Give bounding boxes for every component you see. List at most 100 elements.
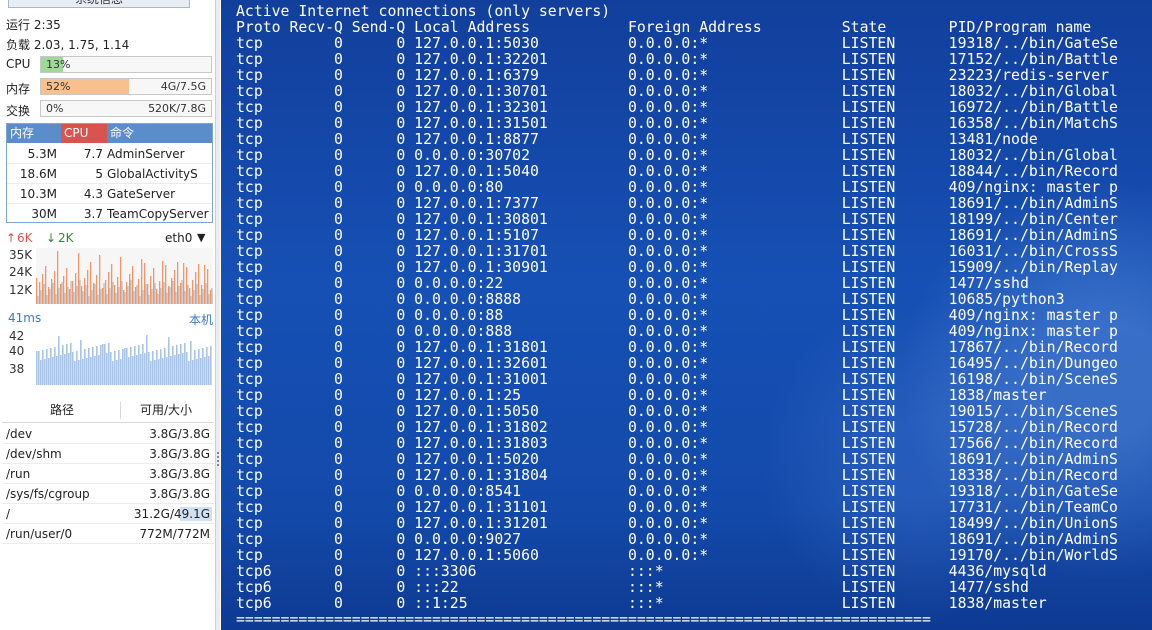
latency-bar <box>40 360 42 385</box>
filesystem-row[interactable]: /sys/fs/cgroup 3.8G/3.8G <box>2 484 214 504</box>
terminal-line: tcp 0 0 127.0.0.1:31804 0.0.0.0:* LISTEN… <box>236 468 1118 484</box>
latency-bar <box>100 345 102 385</box>
download-bar <box>67 287 69 304</box>
latency-target[interactable]: 本机 <box>189 311 213 328</box>
interface-select[interactable]: eth0 <box>165 231 192 245</box>
splitter-grip-icon[interactable] <box>217 452 219 468</box>
latency-tick: 42 <box>9 329 25 343</box>
filesystem-path: /dev/shm <box>6 447 62 461</box>
latency-bar <box>142 344 144 385</box>
download-bar <box>46 295 48 304</box>
latency-bar <box>202 348 204 385</box>
latency-bar <box>194 350 196 385</box>
download-bar <box>118 287 120 304</box>
latency-bar <box>46 349 48 385</box>
terminal[interactable]: Network StatisticsActive Internet connec… <box>221 0 1152 630</box>
column-command[interactable]: 命令 <box>107 124 212 143</box>
process-command: TeamCopyServer <box>107 207 209 221</box>
latency-bar <box>196 359 198 385</box>
latency-bar <box>168 337 170 385</box>
process-row[interactable]: 30M 3.7 TeamCopyServer <box>7 204 212 224</box>
download-bar <box>112 282 114 304</box>
upload-bar <box>132 266 134 304</box>
upload-bar <box>189 288 191 304</box>
terminal-line: tcp 0 0 127.0.0.1:32201 0.0.0.0:* LISTEN… <box>236 52 1118 68</box>
column-size[interactable]: 可用/大小 <box>140 398 192 423</box>
filesystem-row[interactable]: /dev 3.8G/3.8G <box>2 424 214 444</box>
filesystem-row[interactable]: /run/user/0 772M/772M <box>2 524 214 544</box>
upload-bar <box>45 266 47 304</box>
latency-bar <box>136 355 138 385</box>
download-bar <box>61 282 63 304</box>
cpu-percent: 13% <box>46 58 71 71</box>
download-bar <box>121 281 123 304</box>
upload-bar <box>48 287 50 304</box>
terminal-line: tcp 0 0 127.0.0.1:5020 0.0.0.0:* LISTEN … <box>236 452 1118 468</box>
process-row[interactable]: 5.3M 7.7 AdminServer <box>7 144 212 164</box>
latency-bar <box>66 344 68 385</box>
upload-bar <box>102 288 104 304</box>
download-bar <box>163 282 165 304</box>
latency-bar <box>186 352 188 385</box>
download-bar <box>127 286 129 304</box>
filesystem-row[interactable]: / 31.2G/49.1G <box>2 504 214 524</box>
latency-bar <box>130 347 132 385</box>
process-row[interactable]: 10.3M 4.3 GateServer <box>7 184 212 204</box>
column-memory[interactable]: 内存 <box>7 124 61 143</box>
process-table: 内存 CPU 命令 5.3M 7.7 AdminServer 18.6M 5 G… <box>6 123 213 223</box>
terminal-line: ========================================… <box>236 612 931 628</box>
process-row[interactable]: 18.6M 5 GlobalActivityS <box>7 164 212 184</box>
upload-bar <box>186 267 188 304</box>
download-bar <box>52 283 54 304</box>
terminal-line: tcp6 0 0 :::22 :::* LISTEN 1477/sshd <box>236 580 1029 596</box>
latency-bar <box>190 341 192 385</box>
swap-label: 交换 <box>6 104 31 118</box>
download-bar <box>151 289 153 304</box>
latency-bar <box>106 353 108 385</box>
filesystem-path: /sys/fs/cgroup <box>6 487 90 501</box>
process-memory: 30M <box>31 207 57 221</box>
filesystem-row[interactable]: /dev/shm 3.8G/3.8G <box>2 444 214 464</box>
column-path[interactable]: 路径 <box>50 398 74 423</box>
upload-bar <box>111 264 113 304</box>
latency-bar <box>70 343 72 385</box>
upload-bar <box>114 285 116 304</box>
latency-bar <box>208 356 210 385</box>
latency-bar <box>144 353 146 385</box>
terminal-line: tcp 0 0 0.0.0.0:8888 0.0.0.0:* LISTEN 10… <box>236 292 1065 308</box>
filesystem-row[interactable]: /run 3.8G/3.8G <box>2 464 214 484</box>
memory-label: 内存 <box>6 82 31 96</box>
column-cpu[interactable]: CPU <box>61 124 107 143</box>
latency-bar <box>210 346 212 385</box>
process-command: GateServer <box>107 187 176 201</box>
latency-bar <box>182 353 184 385</box>
upload-bar <box>147 284 149 304</box>
latency-bar <box>50 348 52 385</box>
download-bar <box>142 290 144 304</box>
filesystem-size: 3.8G/3.8G <box>149 487 210 501</box>
cpu-meter: 13% <box>40 56 212 73</box>
download-bar <box>82 291 84 304</box>
download-bar <box>178 286 180 304</box>
latency-bar <box>116 360 118 385</box>
download-bar <box>169 287 171 304</box>
upload-bar <box>84 278 86 304</box>
download-bar <box>157 294 159 304</box>
download-bar <box>91 290 93 304</box>
swap-percent: 0% <box>46 102 64 115</box>
upload-bar <box>174 270 176 304</box>
upload-bar <box>51 279 53 304</box>
chevron-down-icon[interactable]: ▼ <box>197 231 205 244</box>
terminal-line: tcp 0 0 127.0.0.1:31201 0.0.0.0:* LISTEN… <box>236 516 1118 532</box>
panel-splitter[interactable] <box>216 0 220 630</box>
upload-bar <box>36 278 38 304</box>
filesystem-table-header: 路径 可用/大小 <box>2 398 214 423</box>
process-memory: 18.6M <box>19 167 57 181</box>
latency-bar <box>104 344 106 385</box>
latency-bar <box>44 359 46 385</box>
terminal-line: tcp6 0 0 ::1:25 :::* LISTEN 1838/master <box>236 596 1047 612</box>
terminal-line: tcp 0 0 127.0.0.1:5107 0.0.0.0:* LISTEN … <box>236 228 1118 244</box>
terminal-line: tcp6 0 0 :::3306 :::* LISTEN 4436/mysqld <box>236 564 1047 580</box>
system-monitor-panel: 系统信息 运行 2:35 负载 2.03, 1.75, 1.14 CPU 13%… <box>0 0 216 630</box>
system-info-button[interactable]: 系统信息 <box>8 0 190 8</box>
